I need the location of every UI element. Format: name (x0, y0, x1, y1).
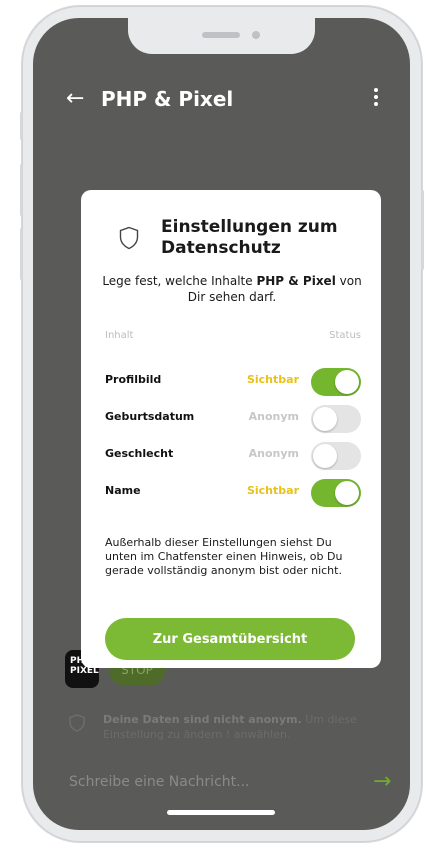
setting-row-name: Name Sichtbar (105, 477, 361, 507)
dialog-title: Einstellungen zum Datenschutz (161, 217, 338, 258)
column-header-status: Status (329, 330, 361, 341)
privacy-notice-bold: Deine Daten sind nicht anonym. (103, 713, 302, 726)
toggle-knob (313, 444, 337, 468)
home-indicator[interactable] (167, 810, 275, 815)
toggle-geburtsdatum[interactable] (311, 405, 361, 433)
chat-title: PHP & Pixel (101, 87, 234, 111)
toggle-knob (313, 407, 337, 431)
setting-status: Sichtbar (246, 373, 299, 386)
setting-label: Geburtsdatum (105, 410, 195, 423)
dialog-explanation: Außerhalb dieser Einstellungen siehst Du… (105, 536, 343, 577)
setting-status: Anonym (248, 447, 299, 460)
send-arrow-icon[interactable]: → (373, 770, 391, 794)
side-button (20, 112, 23, 140)
setting-label: Name (105, 484, 141, 497)
setting-label: Geschlecht (105, 447, 174, 460)
front-camera (252, 31, 260, 39)
volume-down-button (20, 228, 23, 280)
dialog-subtitle: Lege fest, welche Inhalte PHP & Pixel vo… (99, 273, 365, 305)
shield-icon (69, 714, 85, 732)
more-menu-icon[interactable] (373, 88, 379, 109)
subtitle-prefix: Lege fest, welche Inhalte (102, 274, 257, 288)
setting-row-profilbild: Profilbild Sichtbar (105, 366, 361, 396)
message-composer: → (69, 768, 391, 798)
shield-icon (119, 226, 139, 250)
message-input[interactable] (69, 768, 349, 796)
column-header-content: Inhalt (105, 330, 134, 341)
speaker-grille (202, 32, 240, 38)
setting-row-geschlecht: Geschlecht Anonym (105, 440, 361, 470)
setting-label: Profilbild (105, 373, 162, 386)
privacy-settings-dialog: Einstellungen zum Datenschutz Lege fest,… (81, 190, 381, 668)
setting-status: Anonym (248, 410, 299, 423)
back-arrow-icon[interactable]: ← (66, 86, 84, 112)
phone-screen: ← PHP & Pixel PHP PIXEL STOP Deine Daten… (33, 18, 410, 830)
subtitle-bot-name: PHP & Pixel (256, 274, 336, 288)
setting-row-geburtsdatum: Geburtsdatum Anonym (105, 403, 361, 433)
toggle-knob (335, 481, 359, 505)
toggle-name[interactable] (311, 479, 361, 507)
toggle-profilbild[interactable] (311, 368, 361, 396)
overview-button[interactable]: Zur Gesamtübersicht (105, 618, 355, 660)
chat-header: ← PHP & Pixel (33, 80, 410, 120)
toggle-knob (335, 370, 359, 394)
toggle-geschlecht[interactable] (311, 442, 361, 470)
volume-up-button (20, 164, 23, 216)
power-button (421, 190, 424, 270)
notch (128, 18, 315, 54)
privacy-notice-text: Deine Daten sind nicht anonym. Um diese … (103, 712, 393, 742)
setting-status: Sichtbar (246, 484, 299, 497)
